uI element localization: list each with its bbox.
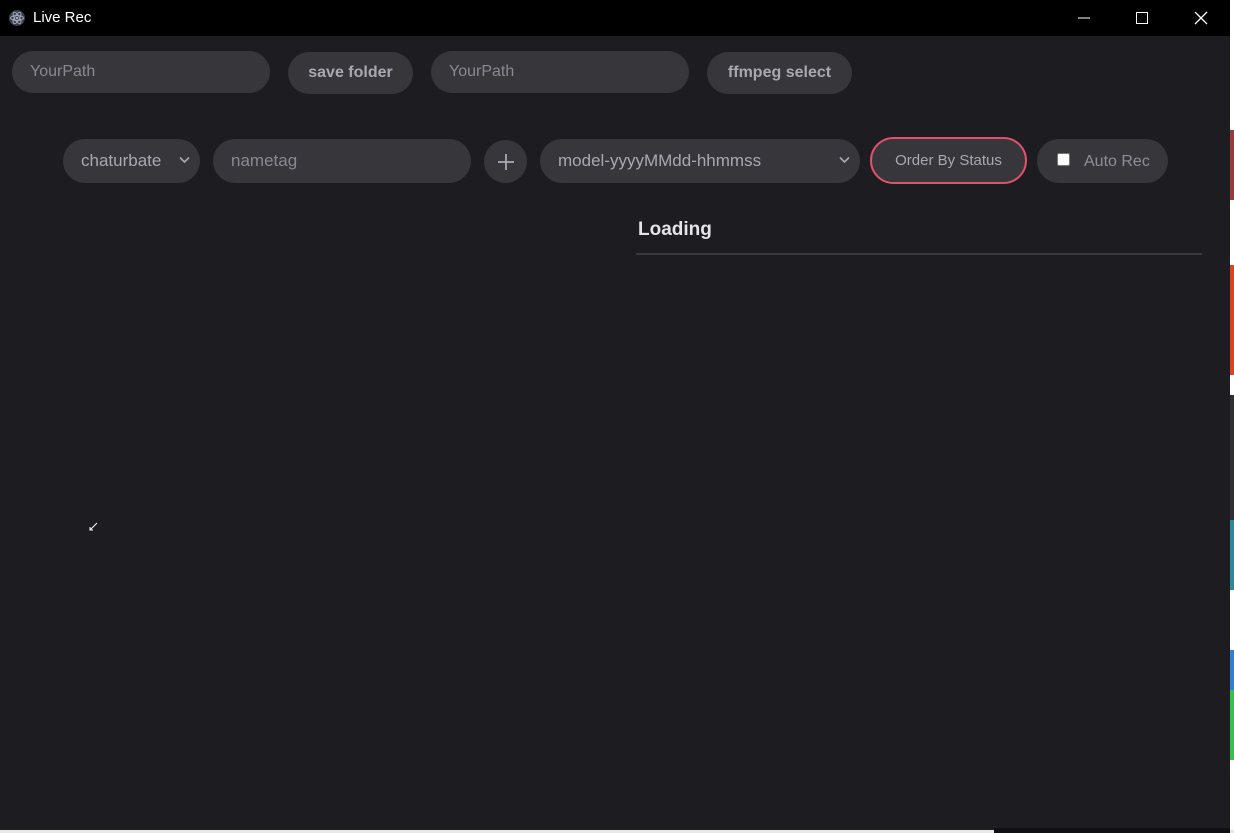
resize-cursor-icon xyxy=(89,522,98,531)
desktop-edge-segment xyxy=(1230,690,1234,760)
minimize-button[interactable] xyxy=(1055,0,1113,36)
window-title: Live Rec xyxy=(33,9,92,26)
maximize-icon xyxy=(1136,12,1148,24)
nametag-input[interactable] xyxy=(213,139,471,183)
loading-divider xyxy=(636,253,1202,255)
filename-format-value: model-yyyyMMdd-hhmmss xyxy=(558,151,762,170)
platform-select[interactable]: chaturbate xyxy=(63,139,200,183)
loading-status: Loading xyxy=(638,219,712,240)
save-folder-button[interactable]: save folder xyxy=(288,52,413,94)
save-path-input[interactable] xyxy=(12,51,270,93)
platform-select-value: chaturbate xyxy=(81,151,162,170)
order-by-status-button[interactable]: Order By Status xyxy=(870,137,1027,184)
close-icon xyxy=(1194,11,1208,25)
title-bar[interactable]: Live Rec xyxy=(0,0,1230,36)
minimize-icon xyxy=(1078,17,1090,19)
desktop-window-peek xyxy=(994,828,1230,833)
plus-icon xyxy=(497,153,514,170)
app-window: Live Rec save folder ffmpeg select chatu… xyxy=(0,0,1230,830)
desktop-edge-segment xyxy=(1230,265,1234,375)
ffmpeg-select-button[interactable]: ffmpeg select xyxy=(707,52,852,94)
filename-format-select[interactable]: model-yyyyMMdd-hhmmss xyxy=(540,139,860,183)
maximize-button[interactable] xyxy=(1113,0,1171,36)
close-button[interactable] xyxy=(1172,0,1230,36)
desktop-edge-segment xyxy=(1230,130,1234,200)
desktop-edge-segment xyxy=(1230,650,1234,690)
ffmpeg-path-input[interactable] xyxy=(431,51,689,93)
auto-rec-toggle[interactable]: Auto Rec xyxy=(1037,139,1168,183)
auto-rec-label: Auto Rec xyxy=(1084,153,1150,170)
electron-app-icon xyxy=(9,10,25,26)
add-button[interactable] xyxy=(484,140,527,183)
auto-rec-checkbox[interactable] xyxy=(1057,153,1070,166)
chevron-down-icon xyxy=(179,156,190,164)
chevron-down-icon xyxy=(839,156,850,164)
desktop-edge-segment xyxy=(1230,395,1234,520)
desktop-edge-segment xyxy=(1230,520,1234,590)
